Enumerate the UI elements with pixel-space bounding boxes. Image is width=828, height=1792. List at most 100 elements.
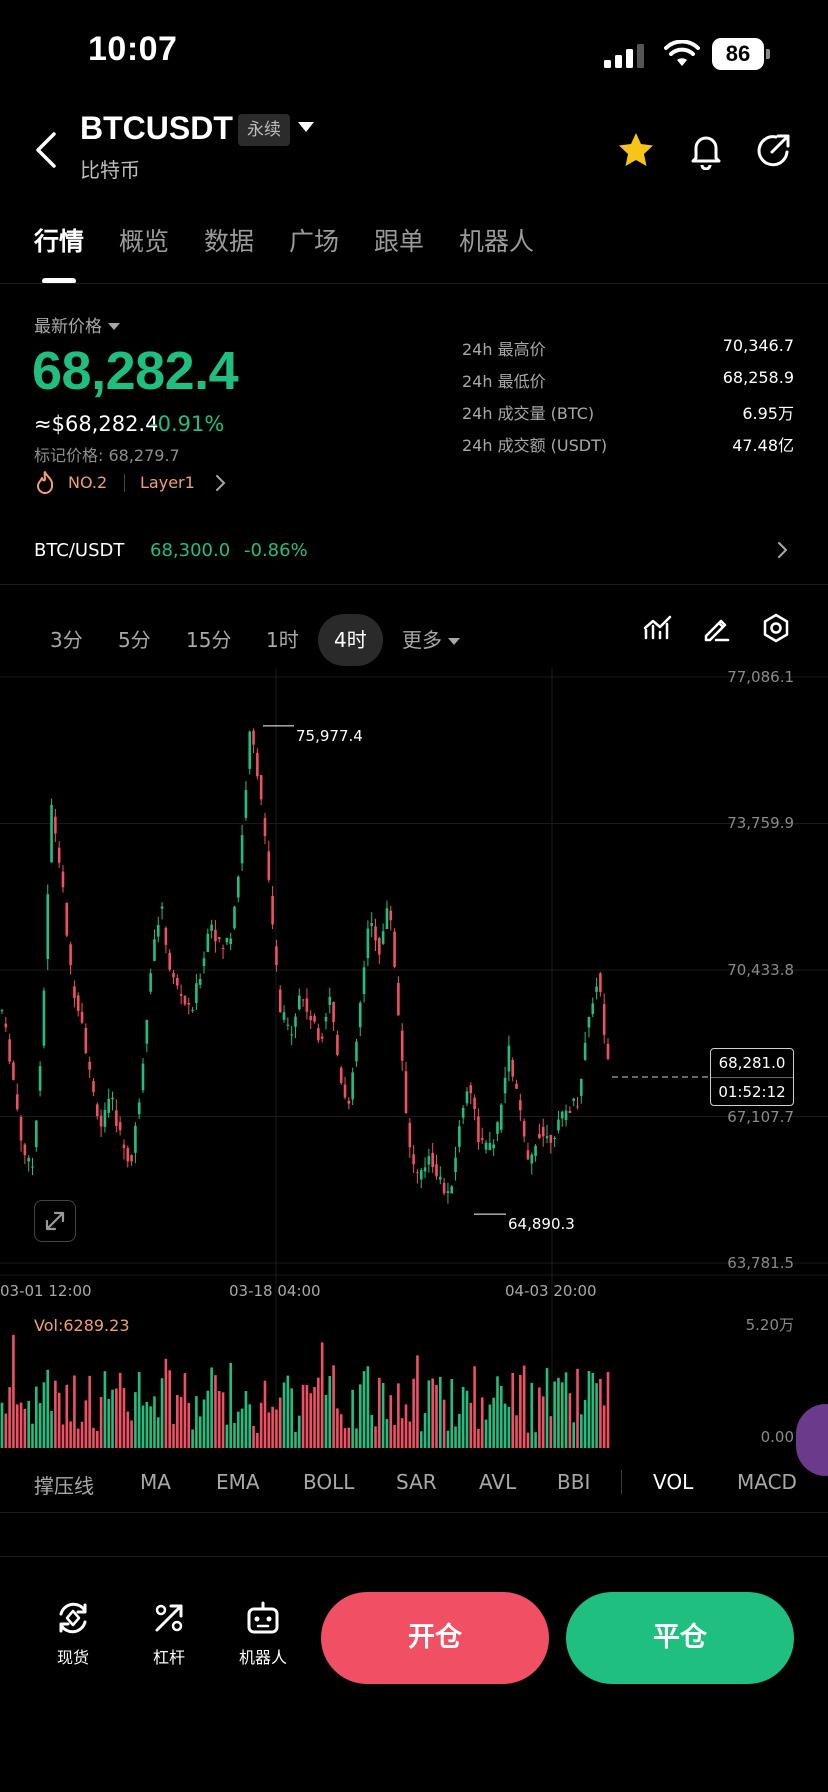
favorite-star-icon[interactable] xyxy=(616,130,656,170)
volume-bar xyxy=(237,1411,240,1448)
bottom-divider xyxy=(0,1556,828,1557)
candle-body xyxy=(15,1094,19,1110)
volume-bar xyxy=(606,1372,610,1448)
latest-price-selector[interactable]: 最新价格 xyxy=(34,312,120,337)
candle-body xyxy=(519,1100,522,1111)
candle-body xyxy=(484,1142,488,1150)
bottom-nav-robot[interactable]: 机器人 xyxy=(228,1598,298,1678)
volume-bar xyxy=(275,1409,278,1448)
volume-bar xyxy=(202,1399,206,1448)
fullscreen-button[interactable] xyxy=(34,1200,76,1242)
indicator-sar[interactable]: SAR xyxy=(396,1470,437,1494)
candle-body xyxy=(259,775,263,800)
bottom-nav-robot-label: 机器人 xyxy=(238,1648,287,1667)
candle-body xyxy=(27,1157,30,1162)
stat-turnover-value: 47.48亿 xyxy=(732,436,794,455)
tab-square[interactable]: 广场 xyxy=(289,222,339,258)
tab-data[interactable]: 数据 xyxy=(204,222,254,258)
candle-body xyxy=(256,752,259,777)
candle-body xyxy=(221,947,225,949)
candle-body xyxy=(362,967,366,994)
close-position-button[interactable]: 平仓 xyxy=(566,1592,794,1684)
interval-more[interactable]: 更多 xyxy=(402,614,460,666)
candle-countdown: 01:52:12 xyxy=(711,1077,793,1105)
interval-4h[interactable]: 4时 xyxy=(318,614,383,666)
volume-bar xyxy=(374,1426,377,1448)
volume-bar xyxy=(229,1362,232,1448)
indicator-chart-icon[interactable] xyxy=(642,612,674,644)
candle-body xyxy=(137,1102,141,1115)
volume-bar xyxy=(141,1405,145,1448)
interval-5m[interactable]: 5分 xyxy=(118,614,151,666)
indicator-macd[interactable]: MACD xyxy=(737,1470,797,1494)
ranking-badge[interactable]: NO.2 xyxy=(68,473,107,492)
indicator-support-resistance[interactable]: 撑压线 xyxy=(34,1470,94,1499)
candle-body xyxy=(587,1016,591,1028)
volume-bar xyxy=(267,1412,271,1448)
bottom-nav-spot[interactable]: 现货 xyxy=(38,1598,108,1678)
back-arrow-icon[interactable] xyxy=(32,130,62,170)
interval-15m[interactable]: 15分 xyxy=(186,614,231,666)
volume-bar xyxy=(461,1386,465,1448)
tab-market[interactable]: 行情 xyxy=(34,222,84,258)
tab-overview[interactable]: 概览 xyxy=(119,222,169,258)
candle-body xyxy=(381,931,385,944)
candle-body xyxy=(313,1016,316,1022)
sector-tag[interactable]: Layer1 xyxy=(140,473,195,492)
volume-axis-min: 0.00 xyxy=(760,1428,794,1446)
latest-price-label: 最新价格 xyxy=(34,317,102,337)
volume-bar xyxy=(385,1419,389,1448)
draw-pen-icon[interactable] xyxy=(700,612,732,644)
volume-bar xyxy=(343,1428,347,1448)
candle-body xyxy=(107,1098,111,1113)
price-change-percent: -0.91% xyxy=(150,412,225,436)
volume-bar xyxy=(233,1422,236,1448)
volume-bar xyxy=(465,1390,469,1448)
status-time: 10:07 xyxy=(88,30,178,68)
indicator-ema[interactable]: EMA xyxy=(216,1470,260,1494)
indicator-boll[interactable]: BOLL xyxy=(303,1470,354,1494)
chevron-right-icon[interactable] xyxy=(214,474,226,492)
candle-body xyxy=(156,925,160,937)
volume-bar xyxy=(12,1334,15,1448)
volume-bar xyxy=(557,1377,560,1448)
indicator-vol[interactable]: VOL xyxy=(653,1470,693,1494)
price-axis-tick: 67,107.7 xyxy=(727,1108,794,1126)
candle-body xyxy=(511,1059,515,1077)
volume-bar xyxy=(42,1382,46,1448)
candle-body xyxy=(488,1143,492,1151)
volume-bar xyxy=(526,1432,530,1448)
tab-copy-trading[interactable]: 跟单 xyxy=(374,222,424,258)
volume-bar xyxy=(198,1416,202,1448)
candle-body xyxy=(164,927,168,945)
volume-bar xyxy=(400,1418,404,1448)
time-axis-tick: 03-01 12:00 xyxy=(0,1282,92,1300)
open-position-button[interactable]: 开仓 xyxy=(321,1592,549,1684)
volume-bar xyxy=(317,1377,320,1448)
share-icon[interactable] xyxy=(754,130,794,170)
bottom-nav-leverage[interactable]: 杠杆 xyxy=(134,1598,204,1678)
indicator-bbi[interactable]: BBI xyxy=(557,1470,590,1494)
interval-3m[interactable]: 3分 xyxy=(50,614,83,666)
indicator-ma[interactable]: MA xyxy=(140,1470,171,1494)
volume-bar xyxy=(286,1375,290,1448)
candle-body xyxy=(301,999,305,1001)
volume-bar xyxy=(210,1367,213,1448)
candle-body xyxy=(351,1072,354,1100)
tab-bots[interactable]: 机器人 xyxy=(459,222,534,258)
volume-bar xyxy=(61,1424,65,1448)
chevron-right-icon[interactable] xyxy=(776,540,788,560)
candle-body xyxy=(0,1010,4,1012)
candle-body xyxy=(442,1182,446,1194)
interval-1h[interactable]: 1时 xyxy=(266,614,299,666)
symbol-dropdown-icon[interactable] xyxy=(298,122,314,132)
volume-bar xyxy=(324,1394,328,1448)
volume-bar xyxy=(263,1380,267,1448)
symbol-title[interactable]: BTCUSDT xyxy=(80,110,233,147)
spot-pair-label[interactable]: BTC/USDT xyxy=(34,540,124,561)
bell-icon[interactable] xyxy=(686,130,726,170)
candle-body xyxy=(294,1016,297,1027)
indicator-avl[interactable]: AVL xyxy=(479,1470,516,1494)
battery-icon: 86 xyxy=(712,38,770,70)
chart-settings-icon[interactable] xyxy=(760,612,792,644)
